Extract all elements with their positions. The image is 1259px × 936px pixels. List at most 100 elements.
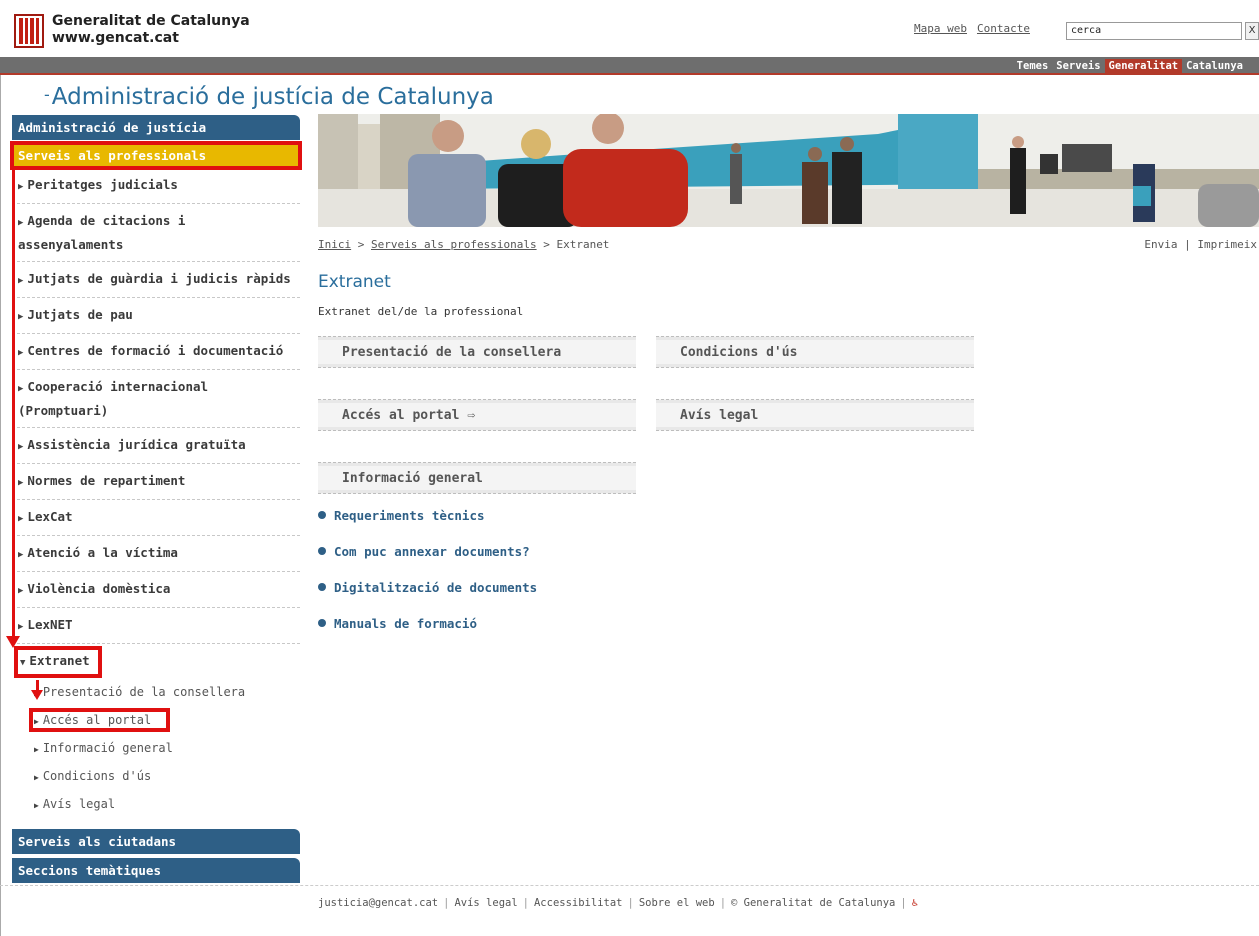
caret-right-icon: ▶ (18, 348, 24, 358)
contact-link[interactable]: Contacte (977, 22, 1030, 35)
caret-right-icon: ▶ (18, 478, 24, 488)
bullet-icon (318, 547, 326, 555)
link-annexar[interactable]: Com puc annexar documents? (318, 544, 537, 563)
sidebar-item-agenda[interactable]: ▶ Agenda de citacions i assenyalaments (12, 204, 300, 262)
nav-temes[interactable]: Temes (1013, 59, 1053, 73)
top-links: Mapa web Contacte (914, 22, 1030, 35)
sidebar-item-centres-formacio[interactable]: ▶ Centres de formació i documentació (12, 334, 300, 370)
link-manuals[interactable]: Manuals de formació (318, 616, 537, 635)
sidebar-item-jutjats-guardia[interactable]: ▶ Jutjats de guàrdia i judicis ràpids (12, 262, 300, 298)
caret-right-icon: ▶ (18, 182, 24, 192)
caret-right-icon: ▶ (18, 586, 24, 596)
breadcrumb: Inici > Serveis als professionals > Extr… (318, 238, 609, 251)
sidebar-item-cooperacio[interactable]: ▶ Cooperació internacional (Promptuari) (12, 370, 300, 428)
sidebar-item-jutjats-pau[interactable]: ▶ Jutjats de pau (12, 298, 300, 334)
external-link-icon: ⇨ (467, 408, 476, 423)
caret-right-icon: ▶ (18, 312, 24, 322)
annotation-arrow-head-2-icon (31, 690, 43, 700)
nav-generalitat[interactable]: Generalitat (1104, 59, 1183, 73)
site-map-link[interactable]: Mapa web (914, 22, 967, 35)
generalitat-logo-icon[interactable] (14, 14, 44, 48)
sidebar-head-justicia[interactable]: Administració de justícia (12, 115, 300, 140)
nav-catalunya[interactable]: Catalunya (1182, 59, 1247, 73)
site-header: Generalitat de Catalunya www.gencat.cat … (0, 0, 1259, 57)
footer-sep: | (522, 897, 529, 909)
annotation-arrow-line (12, 170, 15, 638)
nav-serveis[interactable]: Serveis (1052, 59, 1104, 73)
caret-down-icon: ▼ (20, 658, 26, 668)
footer-email[interactable]: justicia@gencat.cat (318, 897, 438, 909)
header-banner-image (318, 114, 1259, 227)
top-nav: Temes Serveis Generalitat Catalunya (1013, 59, 1247, 73)
sidebar-head-ciutadans[interactable]: Serveis als ciutadans (12, 829, 300, 854)
bullet-icon (318, 619, 326, 627)
subnav-informacio[interactable]: ▶ Informació general (34, 735, 300, 763)
tile-acces-portal[interactable]: Accés al portal ⇨ (318, 399, 636, 431)
sidebar-item-assistencia[interactable]: ▶ Assistència jurídica gratuïta (12, 428, 300, 464)
sidebar-item-normes[interactable]: ▶ Normes de repartiment (12, 464, 300, 500)
sidebar-item-atencio-victima[interactable]: ▶ Atenció a la víctima (12, 536, 300, 572)
banner-illustration (318, 114, 1259, 227)
footer-accessibilitat[interactable]: Accessibilitat (534, 897, 623, 909)
extranet-subnav: ▶ Presentació de la consellera ▶ Accés al … (28, 679, 300, 819)
accessibility-icon[interactable]: ♿ (912, 897, 918, 909)
caret-right-icon: ▶ (34, 745, 39, 754)
subnav-acces-highlight: ▶ Accés al portal (28, 708, 171, 732)
annotation-arrow-head-icon (6, 636, 20, 648)
footer-copyright: © Generalitat de Catalunya (731, 897, 896, 909)
caret-right-icon: ▶ (18, 218, 24, 228)
link-requeriments[interactable]: Requeriments tècnics (318, 508, 537, 527)
caret-right-icon: ▶ (34, 801, 39, 810)
caret-right-icon: ▶ (34, 773, 39, 782)
search-button[interactable]: X (1245, 22, 1259, 40)
sidebar-item-lexnet[interactable]: ▶ LexNET (12, 608, 300, 644)
sidebar-item-lexcat[interactable]: ▶ LexCat (12, 500, 300, 536)
tools-sep: | (1177, 238, 1198, 251)
extranet-highlight: ▼ Extranet (14, 646, 102, 678)
sidebar: Administració de justícia Serveis als pr… (10, 115, 302, 883)
tile-avis-legal[interactable]: Avís legal (656, 399, 974, 431)
caret-right-icon: ▶ (34, 717, 39, 726)
sidebar-item-peritatges[interactable]: ▶ Peritatges judicials (12, 168, 300, 204)
bullet-icon (318, 511, 326, 519)
subnav-condicions[interactable]: ▶ Condicions d'ús (34, 763, 300, 791)
breadcrumb-sep: > (536, 238, 557, 251)
footer-sep: | (443, 897, 450, 909)
footer-sep: | (900, 897, 907, 909)
section-title: Administració de justícia de Catalunya (44, 84, 494, 110)
bullet-icon (318, 583, 326, 591)
tile-informacio[interactable]: Informació general (318, 462, 636, 494)
sidebar-list: ▶ Peritatges judicials ▶ Agenda de citacio… (12, 168, 300, 679)
brand-text[interactable]: Generalitat de Catalunya www.gencat.cat (52, 13, 250, 47)
send-link[interactable]: Envia (1144, 238, 1177, 251)
subnav-presentacio[interactable]: ▶ Presentació de la consellera (34, 679, 300, 707)
subnav-avis-legal[interactable]: ▶ Avís legal (34, 791, 300, 819)
print-link[interactable]: Imprimeix (1197, 238, 1257, 251)
tile-presentacio[interactable]: Presentació de la consellera (318, 336, 636, 368)
breadcrumb-parent[interactable]: Serveis als professionals (371, 238, 537, 251)
caret-right-icon: ▶ (18, 384, 24, 394)
brand-url: www.gencat.cat (52, 30, 179, 46)
subnav-acces-portal[interactable]: ▶ Accés al portal (28, 707, 300, 735)
search-input[interactable]: cerca (1066, 22, 1242, 40)
breadcrumb-sep: > (351, 238, 371, 251)
sidebar-serveis-professionals[interactable]: Serveis als professionals (10, 141, 302, 170)
footer-sobre-web[interactable]: Sobre el web (639, 897, 715, 909)
caret-right-icon: ▶ (18, 276, 24, 286)
breadcrumb-home[interactable]: Inici (318, 238, 351, 251)
page-tools: Envia | Imprimeix (1144, 238, 1257, 251)
sidebar-item-violencia[interactable]: ▶ Violència domèstica (12, 572, 300, 608)
footer-avis-legal[interactable]: Avís legal (454, 897, 517, 909)
link-digitalitzacio[interactable]: Digitalització de documents (318, 580, 537, 599)
footer-sep: | (627, 897, 634, 909)
breadcrumb-current: Extranet (556, 238, 610, 251)
sidebar-head-seccions[interactable]: Seccions temàtiques (12, 858, 300, 883)
page-title: Extranet (318, 272, 391, 292)
tile-condicions[interactable]: Condicions d'ús (656, 336, 974, 368)
caret-right-icon: ▶ (18, 622, 24, 632)
sidebar-item-extranet[interactable]: ▼ Extranet (12, 644, 300, 679)
footer-sep: | (719, 897, 727, 909)
brand-name: Generalitat de Catalunya (52, 13, 250, 29)
page-subtitle: Extranet del/de la professional (318, 305, 524, 318)
top-nav-bar: Temes Serveis Generalitat Catalunya (0, 57, 1259, 75)
